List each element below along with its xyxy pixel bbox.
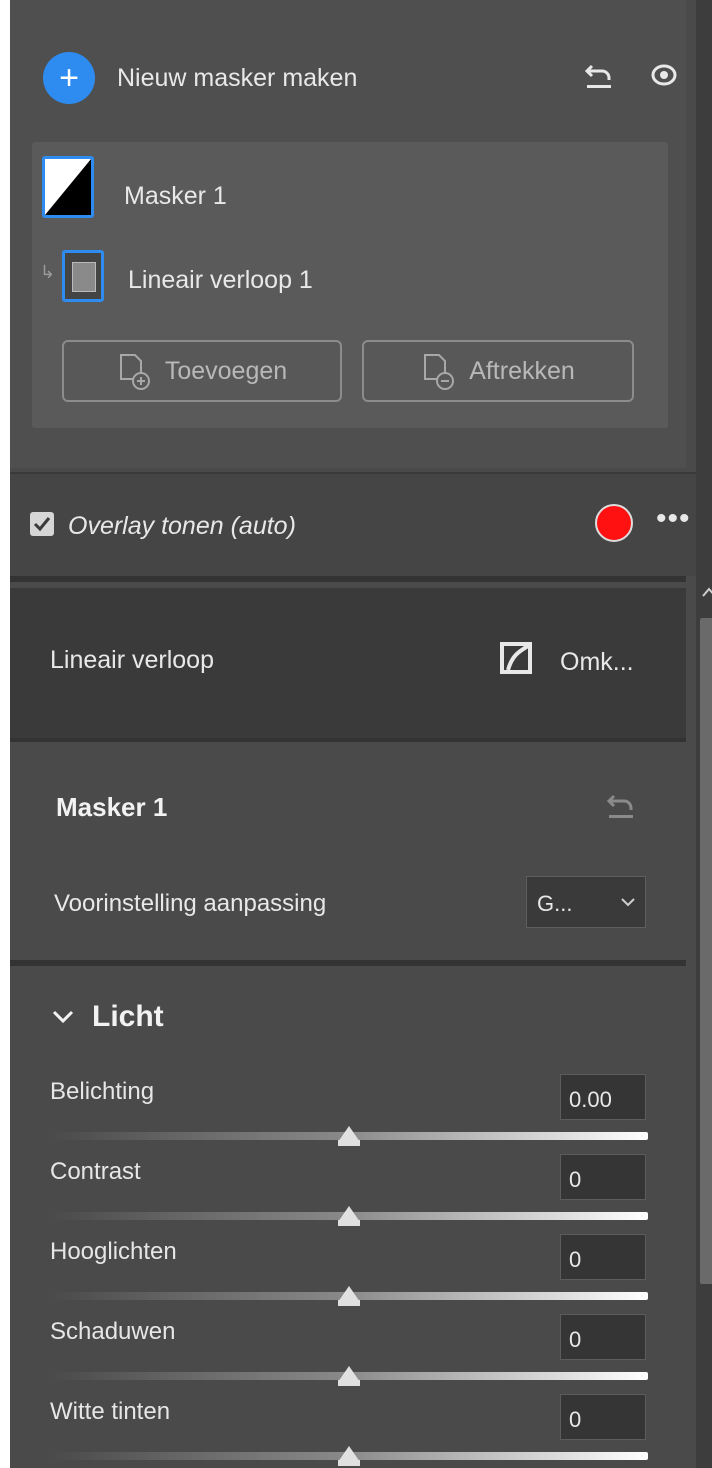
subtract-button[interactable]: Aftrekken bbox=[362, 340, 634, 402]
slider-value-input[interactable]: 0 bbox=[560, 1394, 646, 1440]
slider-thumb-base[interactable] bbox=[338, 1460, 360, 1466]
overlay-bar: Overlay tonen (auto) ••• bbox=[10, 472, 712, 576]
add-mask-doc-icon bbox=[119, 354, 150, 390]
slider-hooglichten: Hooglichten 0 bbox=[10, 1234, 686, 1314]
slider-value-input[interactable]: 0 bbox=[560, 1234, 646, 1280]
scroll-up-icon[interactable] bbox=[701, 586, 712, 598]
slider-witte-tinten: Witte tinten 0 bbox=[10, 1394, 686, 1468]
invert-label[interactable]: Omk... bbox=[560, 648, 634, 677]
slider-label: Witte tinten bbox=[50, 1398, 171, 1425]
add-button-label: Toevoegen bbox=[164, 356, 288, 385]
linear-gradient-row: Lineair verloop Omk... bbox=[10, 588, 686, 738]
light-section: Licht Belichting 0.00 Contrast 0 Hooglic… bbox=[10, 966, 686, 1468]
overlay-checkbox[interactable] bbox=[30, 512, 54, 536]
mask-list-box: Masker 1 ↳ Lineair verloop 1 Toevoegen A… bbox=[32, 142, 668, 428]
overlay-color-swatch[interactable] bbox=[595, 504, 633, 542]
add-mask-icon[interactable]: + bbox=[43, 52, 95, 104]
slider-belichting: Belichting 0.00 bbox=[10, 1074, 686, 1154]
divider bbox=[10, 576, 686, 582]
slider-thumb-base[interactable] bbox=[338, 1380, 360, 1386]
reset-icon[interactable] bbox=[606, 790, 636, 820]
scrollbar-thumb[interactable] bbox=[700, 618, 712, 1284]
slider-value-input[interactable]: 0.00 bbox=[560, 1074, 646, 1120]
mask-settings-section: Masker 1 Voorinstelling aanpassing G... bbox=[10, 742, 686, 960]
light-section-header[interactable]: Licht bbox=[52, 1000, 164, 1034]
preset-value: G... bbox=[537, 891, 573, 916]
add-button[interactable]: Toevoegen bbox=[62, 340, 342, 402]
slider-thumb-base[interactable] bbox=[338, 1140, 360, 1146]
undo-icon[interactable] bbox=[584, 60, 614, 90]
preset-label: Voorinstelling aanpassing bbox=[54, 890, 327, 917]
mask-list-section: + Nieuw masker maken Masker 1 ↳ Lineair … bbox=[10, 0, 686, 468]
mask-settings-title: Masker 1 bbox=[56, 792, 168, 822]
slider-thumb-base[interactable] bbox=[338, 1220, 360, 1226]
slider-label: Schaduwen bbox=[50, 1318, 176, 1345]
slider-value-input[interactable]: 0 bbox=[560, 1154, 646, 1200]
overlay-label[interactable]: Overlay tonen (auto) bbox=[68, 512, 296, 541]
slider-label: Belichting bbox=[50, 1078, 155, 1105]
mask-1-label[interactable]: Masker 1 bbox=[124, 182, 227, 211]
child-connector-icon: ↳ bbox=[40, 262, 56, 282]
subtract-mask-doc-icon bbox=[424, 354, 455, 390]
linear-gradient-component-label[interactable]: Lineair verloop 1 bbox=[128, 266, 313, 295]
more-options-icon[interactable]: ••• bbox=[656, 502, 691, 536]
chevron-down-icon bbox=[621, 898, 635, 907]
new-mask-row[interactable]: + Nieuw masker maken bbox=[43, 52, 357, 104]
eye-icon[interactable] bbox=[650, 62, 678, 88]
subtract-button-label: Aftrekken bbox=[469, 356, 575, 385]
chevron-down-icon bbox=[52, 1010, 74, 1024]
mask-1-thumbnail[interactable] bbox=[42, 156, 94, 218]
light-section-title: Licht bbox=[92, 1000, 164, 1033]
preset-dropdown[interactable]: G... bbox=[526, 876, 646, 928]
linear-gradient-label: Lineair verloop bbox=[50, 646, 214, 674]
linear-gradient-preview-icon bbox=[72, 262, 96, 292]
slider-label: Hooglichten bbox=[50, 1238, 177, 1265]
new-mask-label[interactable]: Nieuw masker maken bbox=[117, 64, 357, 93]
linear-gradient-thumbnail[interactable] bbox=[62, 250, 104, 302]
slider-value-input[interactable]: 0 bbox=[560, 1314, 646, 1360]
checkmark-icon bbox=[33, 517, 51, 532]
slider-label: Contrast bbox=[50, 1158, 141, 1185]
mask-gradient-preview-icon bbox=[45, 159, 91, 215]
invert-icon[interactable] bbox=[498, 640, 534, 676]
slider-contrast: Contrast 0 bbox=[10, 1154, 686, 1234]
slider-schaduwen: Schaduwen 0 bbox=[10, 1314, 686, 1394]
slider-thumb-base[interactable] bbox=[338, 1300, 360, 1306]
masking-panel: + Nieuw masker maken Masker 1 ↳ Lineair … bbox=[10, 0, 712, 1468]
